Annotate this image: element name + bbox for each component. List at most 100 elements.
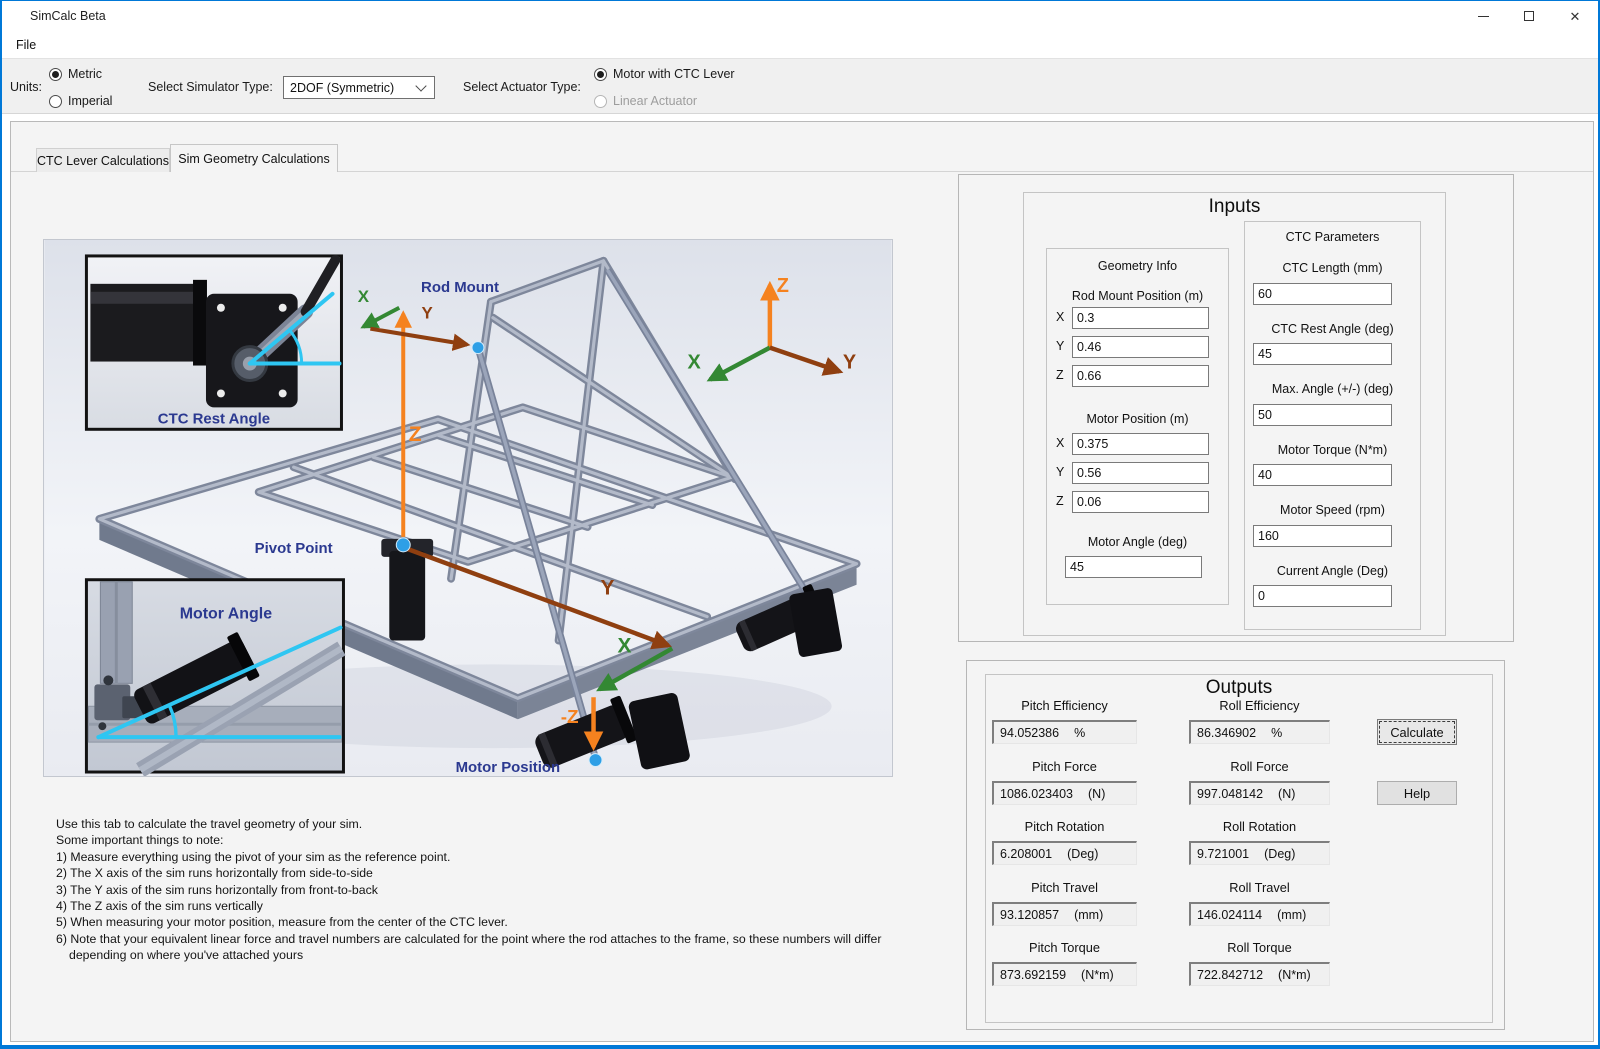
maximize-button[interactable] <box>1506 1 1552 31</box>
inputs-title: Inputs <box>1024 196 1445 218</box>
motor-position-y-label: Y <box>1056 465 1064 479</box>
max-angle-field[interactable] <box>1253 404 1392 426</box>
motor-angle-input-label: Motor Angle (deg) <box>1047 535 1228 549</box>
pitch-force-value: 1086.023403(N) <box>992 781 1137 805</box>
ctc-length-field[interactable] <box>1253 283 1392 305</box>
close-icon: ✕ <box>1570 10 1581 23</box>
roll-torque-label: Roll Torque <box>1189 940 1330 955</box>
ctc-rest-angle-inset: CTC Rest Angle <box>86 256 341 429</box>
rod-mount-y-field[interactable] <box>1072 336 1209 358</box>
sim-geometry-diagram: X Y Z Y X -Z Z X Y Rod Mount Pivot Point… <box>43 239 893 777</box>
metric-radio[interactable] <box>49 68 62 81</box>
motor-position-x-field[interactable] <box>1072 433 1209 455</box>
geometry-info-title: Geometry Info <box>1047 259 1228 273</box>
metric-radio-label[interactable]: Metric <box>68 67 102 81</box>
help-button[interactable]: Help <box>1377 781 1457 805</box>
current-angle-label: Current Angle (Deg) <box>1245 564 1420 578</box>
geometry-info-group: Geometry Info Rod Mount Position (m) X Y… <box>1046 248 1229 605</box>
motor-ctc-radio-label[interactable]: Motor with CTC Lever <box>613 67 735 81</box>
ctc-parameters-title: CTC Parameters <box>1245 230 1420 244</box>
pitch-efficiency-value: 94.052386% <box>992 720 1137 744</box>
linear-actuator-radio-label: Linear Actuator <box>613 94 697 108</box>
roll-rotation-value: 9.721001(Deg) <box>1189 841 1330 865</box>
motor-position-label: Motor Position <box>456 759 561 776</box>
roll-travel-label: Roll Travel <box>1189 880 1330 895</box>
rod-mount-z-label: Z <box>1056 368 1064 382</box>
motor-position-y-field[interactable] <box>1072 462 1209 484</box>
imperial-radio-label[interactable]: Imperial <box>68 94 112 108</box>
roll-force-label: Roll Force <box>1189 759 1330 774</box>
note-line: 4) The Z axis of the sim runs vertically <box>56 898 966 914</box>
motor-speed-label: Motor Speed (rpm) <box>1245 503 1420 517</box>
svg-text:X: X <box>358 287 370 306</box>
motor-speed-field[interactable] <box>1253 525 1392 547</box>
note-line: 2) The X axis of the sim runs horizontal… <box>56 865 966 881</box>
ctc-parameters-group: CTC Parameters CTC Length (mm) CTC Rest … <box>1244 221 1421 630</box>
rod-mount-position-label: Rod Mount Position (m) <box>1047 289 1228 303</box>
ctc-length-label: CTC Length (mm) <box>1245 261 1420 275</box>
simulator-type-label: Select Simulator Type: <box>148 80 273 94</box>
menu-file[interactable]: File <box>11 36 41 54</box>
simulator-type-select[interactable]: 2DOF (Symmetric) <box>283 76 435 99</box>
svg-text:Y: Y <box>422 304 434 323</box>
svg-text:Y: Y <box>601 577 615 600</box>
rod-mount-label: Rod Mount <box>421 279 499 296</box>
inputs-group: Inputs Geometry Info Rod Mount Position … <box>1023 192 1446 636</box>
pitch-force-label: Pitch Force <box>992 759 1137 774</box>
roll-travel-value: 146.024114(mm) <box>1189 902 1330 926</box>
motor-angle-field[interactable] <box>1065 556 1202 578</box>
pitch-torque-value: 873.692159(N*m) <box>992 962 1137 986</box>
maximize-icon <box>1524 11 1534 21</box>
pitch-torque-label: Pitch Torque <box>992 940 1137 955</box>
note-line: 6) Note that your equivalent linear forc… <box>56 931 966 947</box>
menu-bar: File <box>2 31 1598 58</box>
simulator-type-value: 2DOF (Symmetric) <box>284 81 417 95</box>
motor-position-z-field[interactable] <box>1072 491 1209 513</box>
pitch-rotation-value: 6.208001(Deg) <box>992 841 1137 865</box>
pitch-travel-value: 93.120857(mm) <box>992 902 1137 926</box>
roll-force-value: 997.048142(N) <box>1189 781 1330 805</box>
rod-mount-marker <box>472 342 484 354</box>
motor-angle-inset: Motor Angle <box>86 580 343 772</box>
svg-text:X: X <box>688 352 702 374</box>
tab-ctc-lever-calculations[interactable]: CTC Lever Calculations <box>36 148 170 172</box>
linear-actuator-radio <box>594 95 607 108</box>
ctc-rest-angle-field[interactable] <box>1253 343 1392 365</box>
imperial-radio[interactable] <box>49 95 62 108</box>
roll-torque-value: 722.842712(N*m) <box>1189 962 1330 986</box>
svg-text:-Z: -Z <box>561 707 579 728</box>
motor-angle-label: Motor Angle <box>180 606 273 623</box>
ctc-rest-angle-input-label: CTC Rest Angle (deg) <box>1245 322 1420 336</box>
svg-text:Z: Z <box>777 275 789 297</box>
close-button[interactable]: ✕ <box>1552 1 1598 31</box>
title-bar: SimCalc Beta ✕ <box>2 1 1598 31</box>
motor-position-marker <box>589 754 602 767</box>
rod-mount-x-label: X <box>1056 310 1064 324</box>
rod-mount-x-field[interactable] <box>1072 307 1209 329</box>
pivot-point-label: Pivot Point <box>255 540 333 557</box>
note-line: 1) Measure everything using the pivot of… <box>56 849 966 865</box>
rod-mount-z-field[interactable] <box>1072 365 1209 387</box>
notes-block: Use this tab to calculate the travel geo… <box>56 816 966 964</box>
actuator-type-label: Select Actuator Type: <box>463 80 581 94</box>
minimize-button[interactable] <box>1460 1 1506 31</box>
chevron-down-icon <box>415 80 426 91</box>
motor-torque-label: Motor Torque (N*m) <box>1245 443 1420 457</box>
ctc-rest-angle-label: CTC Rest Angle <box>158 410 270 427</box>
main-panel: CTC Lever Calculations Sim Geometry Calc… <box>10 121 1594 1042</box>
note-line: Use this tab to calculate the travel geo… <box>56 816 966 832</box>
pitch-efficiency-label: Pitch Efficiency <box>992 698 1137 713</box>
max-angle-label: Max. Angle (+/-) (deg) <box>1245 382 1420 396</box>
current-angle-field[interactable] <box>1253 585 1392 607</box>
app-window: SimCalc Beta ✕ File Units: Metric Imperi… <box>0 0 1600 1049</box>
rod-mount-y-label: Y <box>1056 339 1064 353</box>
motor-position-label: Motor Position (m) <box>1047 412 1228 426</box>
roll-rotation-label: Roll Rotation <box>1189 819 1330 834</box>
tab-sim-geometry-calculations[interactable]: Sim Geometry Calculations <box>170 144 338 172</box>
pitch-travel-label: Pitch Travel <box>992 880 1137 895</box>
motor-ctc-radio[interactable] <box>594 68 607 81</box>
diagram-svg: X Y Z Y X -Z Z X Y Rod Mount Pivot Point… <box>44 240 892 776</box>
motor-torque-field[interactable] <box>1253 464 1392 486</box>
calculate-button[interactable]: Calculate <box>1377 719 1457 745</box>
roll-efficiency-label: Roll Efficiency <box>1189 698 1330 713</box>
